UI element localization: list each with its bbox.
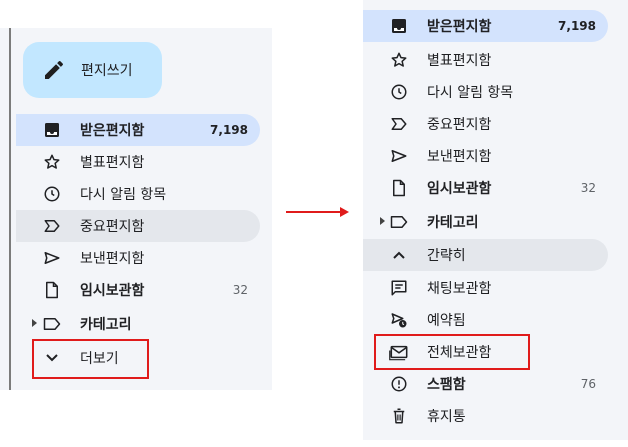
sidebar-item-inbox[interactable]: 받은편지함 7,198 <box>363 10 608 42</box>
sidebar-item-label: 별표편지함 <box>427 53 492 69</box>
sidebar-item-label: 받은편지함 <box>427 19 492 35</box>
trash-icon <box>389 406 409 426</box>
label-icon <box>389 212 409 232</box>
sidebar-item-scheduled[interactable]: 예약됨 <box>363 304 608 336</box>
sidebar-item-label: 임시보관함 <box>427 181 492 197</box>
sidebar-item-starred[interactable]: 별표편지함 <box>363 44 608 76</box>
sidebar-item-label: 스팸함 <box>427 377 466 393</box>
important-icon <box>389 114 409 134</box>
sidebar-item-label: 채팅보관함 <box>427 281 492 297</box>
sidebar-item-starred[interactable]: 별표편지함 <box>16 146 260 178</box>
spam-icon <box>389 374 409 394</box>
sidebar-item-categories[interactable]: 카테고리 <box>363 206 608 238</box>
right-sidebar: 받은편지함 7,198 별표편지함 다시 알림 항목 중요편지함 보낸편지함 임… <box>363 0 628 440</box>
left-sidebar: 편지쓰기 받은편지함 7,198 별표편지함 다시 알림 항목 중요편지함 보낸… <box>0 28 272 390</box>
pencil-icon <box>42 58 66 82</box>
sidebar-item-drafts[interactable]: 임시보관함 32 <box>363 172 608 204</box>
expand-arrow-icon[interactable] <box>32 319 37 327</box>
label-icon <box>42 314 62 334</box>
expand-arrow-icon[interactable] <box>380 217 385 225</box>
chevron-up-icon <box>389 245 409 265</box>
sidebar-item-label: 별표편지함 <box>80 155 145 171</box>
sidebar-item-spam[interactable]: 스팸함 76 <box>363 368 608 400</box>
sidebar-item-label: 휴지통 <box>427 409 466 425</box>
sidebar-item-important[interactable]: 중요편지함 <box>16 210 260 242</box>
sidebar-item-more[interactable]: 더보기 <box>16 342 260 374</box>
star-icon <box>389 50 409 70</box>
draft-icon <box>389 178 409 198</box>
clock-icon <box>389 82 409 102</box>
sidebar-item-label: 다시 알림 항목 <box>427 85 514 101</box>
star-icon <box>42 152 62 172</box>
important-icon <box>42 216 62 236</box>
sidebar-item-label: 간략히 <box>427 248 466 264</box>
sidebar-item-drafts[interactable]: 임시보관함 32 <box>16 274 260 306</box>
send-icon <box>42 248 62 268</box>
sidebar-item-snoozed[interactable]: 다시 알림 항목 <box>363 76 608 108</box>
sidebar-item-sent[interactable]: 보낸편지함 <box>16 242 260 274</box>
sidebar-item-important[interactable]: 중요편지함 <box>363 108 608 140</box>
sidebar-item-label: 예약됨 <box>427 313 466 329</box>
sidebar-item-sent[interactable]: 보낸편지함 <box>363 140 608 172</box>
draft-icon <box>42 280 62 300</box>
unread-count: 7,198 <box>558 19 596 33</box>
unread-count: 7,198 <box>210 123 248 137</box>
sidebar-item-label: 보낸편지함 <box>427 149 492 165</box>
spam-count: 76 <box>580 377 596 391</box>
sidebar-item-label: 전체보관함 <box>427 345 492 361</box>
draft-count: 32 <box>580 181 596 195</box>
sidebar-item-label: 카테고리 <box>427 215 479 231</box>
chat-icon <box>389 278 409 298</box>
sidebar-item-label: 임시보관함 <box>80 283 145 299</box>
sidebar-item-label: 다시 알림 항목 <box>80 187 167 203</box>
sidebar-item-chats[interactable]: 채팅보관함 <box>363 272 608 304</box>
sidebar-item-label: 더보기 <box>80 351 119 367</box>
sidebar-item-all-mail[interactable]: 전체보관함 <box>363 336 608 368</box>
compose-label: 편지쓰기 <box>81 63 133 79</box>
sidebar-item-label: 받은편지함 <box>80 123 145 139</box>
sidebar-item-label: 중요편지함 <box>80 219 145 235</box>
draft-count: 32 <box>232 283 248 297</box>
clock-icon <box>42 184 62 204</box>
sidebar-item-snoozed[interactable]: 다시 알림 항목 <box>16 178 260 210</box>
all-mail-icon <box>389 342 409 362</box>
sidebar-item-less[interactable]: 간략히 <box>363 239 608 271</box>
sidebar-item-label: 카테고리 <box>80 317 132 333</box>
inbox-icon <box>42 120 62 140</box>
chevron-down-icon <box>42 348 62 368</box>
transition-arrow <box>286 202 352 222</box>
compose-button[interactable]: 편지쓰기 <box>23 42 162 98</box>
panel-divider <box>9 28 11 390</box>
sidebar-item-label: 중요편지함 <box>427 117 492 133</box>
sidebar-item-trash[interactable]: 휴지통 <box>363 400 608 432</box>
scheduled-send-icon <box>389 310 409 330</box>
send-icon <box>389 146 409 166</box>
sidebar-item-categories[interactable]: 카테고리 <box>16 308 260 340</box>
sidebar-item-label: 보낸편지함 <box>80 251 145 267</box>
sidebar-item-inbox[interactable]: 받은편지함 7,198 <box>16 114 260 146</box>
inbox-icon <box>389 16 409 36</box>
